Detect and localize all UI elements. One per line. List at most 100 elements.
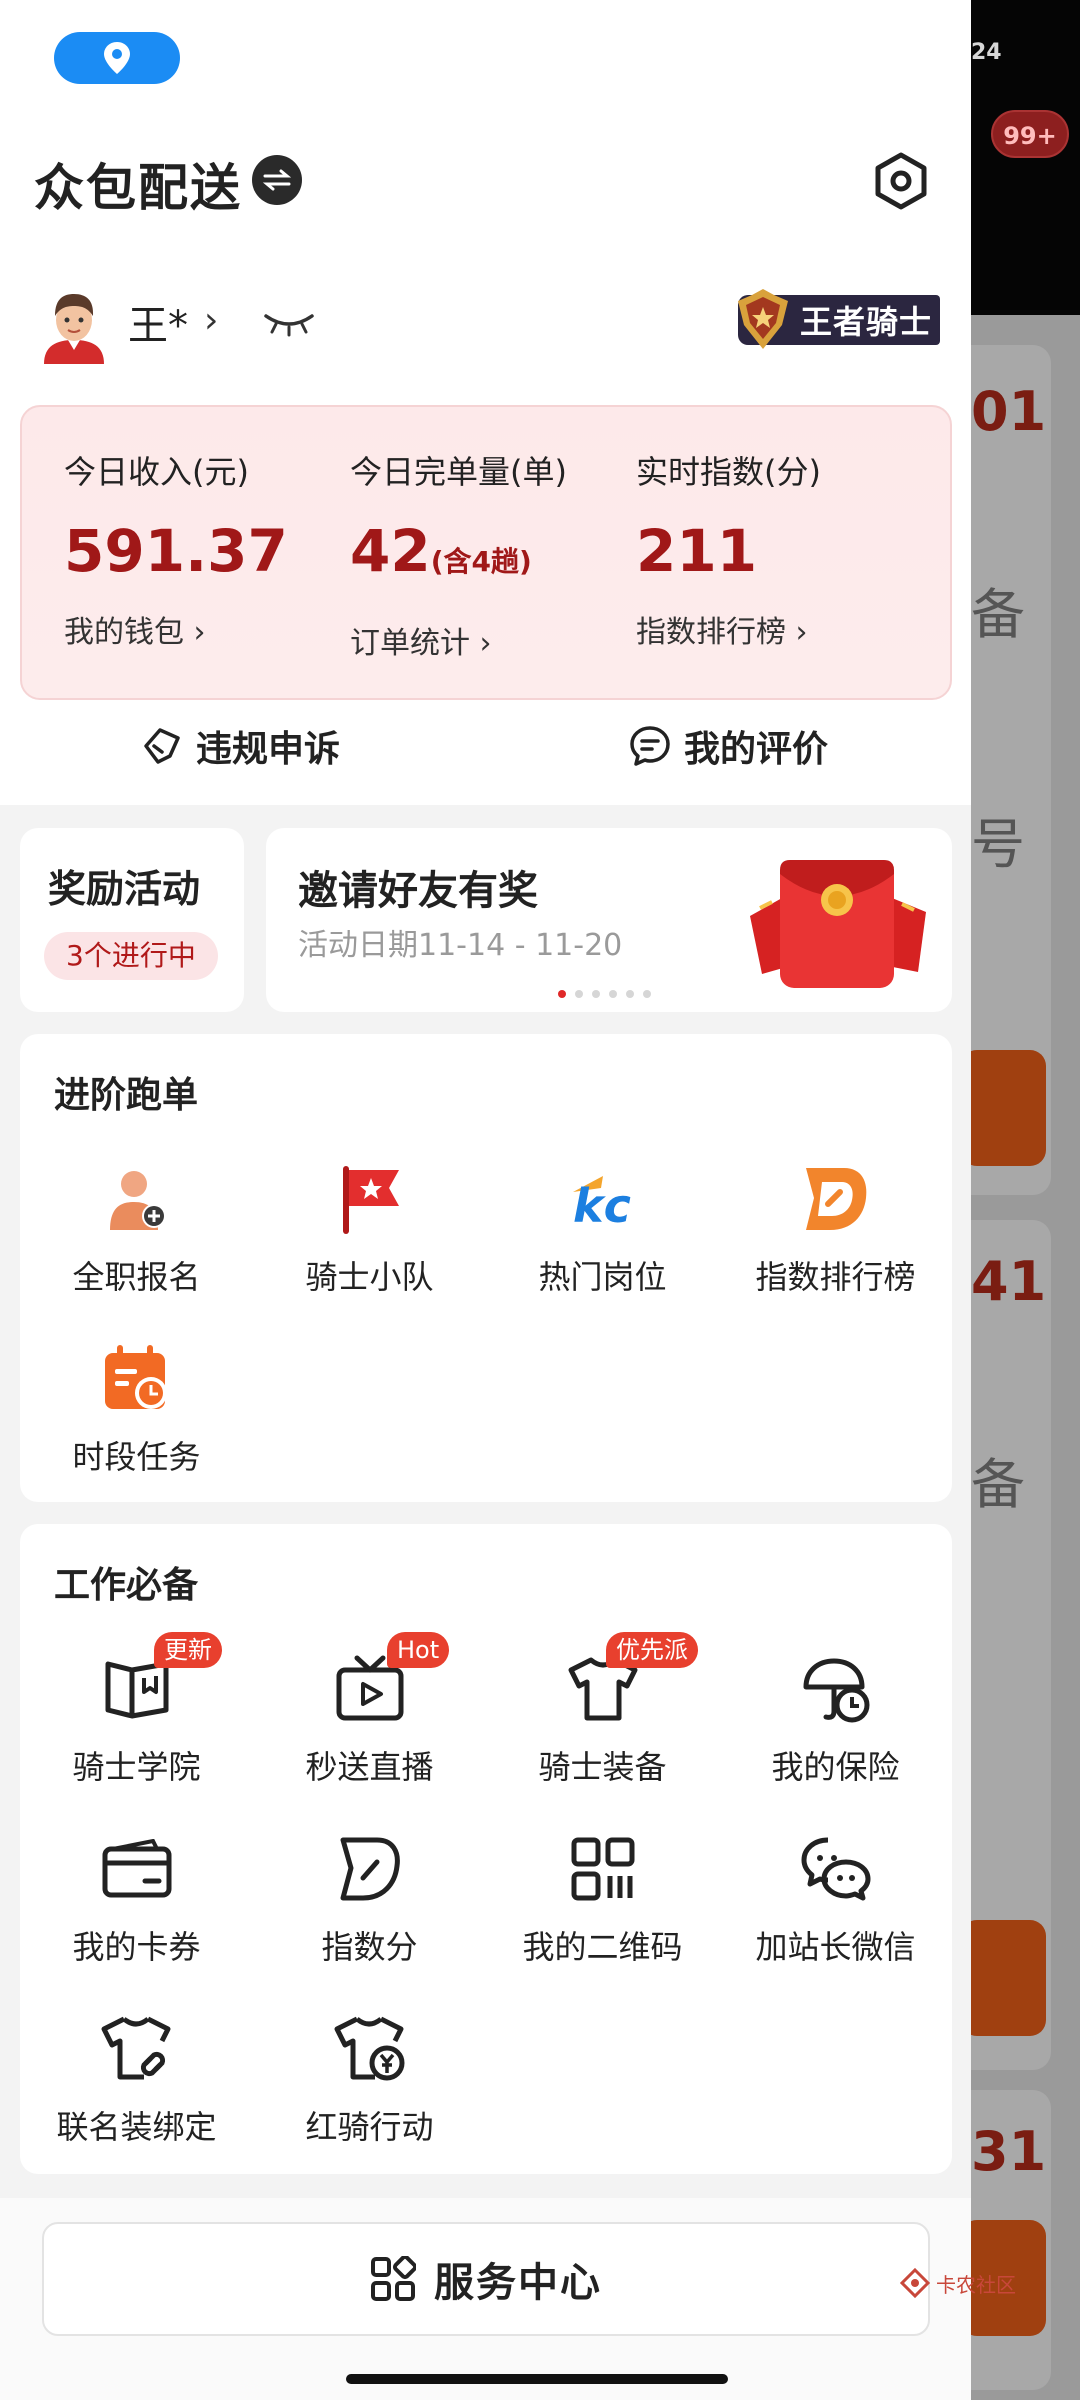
settings-hexagon-icon[interactable] — [872, 152, 930, 210]
card-icon — [98, 1830, 176, 1908]
stat-value: 42(含4趟) — [350, 517, 532, 585]
background-orange-button — [971, 1050, 1046, 1166]
stat-label: 今日完单量(单) — [350, 453, 567, 491]
add-station-wechat-item[interactable]: 加站长微信 — [719, 1830, 952, 1980]
chevron-right-icon[interactable]: › — [204, 300, 218, 341]
watermark-logo-icon — [900, 2268, 930, 2298]
item-label: 加站长微信 — [755, 1928, 916, 1966]
rank-label: 王者骑士 — [800, 303, 933, 341]
item-label: 骑士学院 — [72, 1748, 201, 1786]
background-orange-button — [971, 1920, 1046, 2036]
rewards-activity-card[interactable]: 奖励活动 3个进行中 — [20, 828, 244, 1012]
item-label: 联名装绑定 — [56, 2108, 217, 2146]
app-title: 众包配送 — [34, 159, 242, 217]
pagination-dot — [575, 990, 583, 998]
stat-orders: 今日完单量(单) 42(含4趟) 订单统计 › — [350, 447, 567, 662]
my-coupons-item[interactable]: 我的卡券 — [20, 1830, 253, 1980]
service-center-button[interactable]: 服务中心 — [42, 2222, 930, 2336]
quick-actions-row: 违规申诉 我的评价 — [0, 720, 971, 784]
background-text: 备 — [971, 583, 1025, 646]
priority-tag: 优先派 — [606, 1632, 698, 1668]
background-order-number: 01 — [971, 380, 1047, 443]
red-envelope-icon — [750, 860, 926, 988]
watermark-text: 卡农社区 — [936, 2272, 1016, 2297]
switch-mode-icon[interactable] — [252, 155, 302, 205]
item-label: 时段任务 — [72, 1438, 201, 1476]
wechat-icon — [797, 1830, 875, 1908]
team-flag-icon — [331, 1160, 409, 1238]
index-ranking-item[interactable]: 指数排行榜 — [719, 1160, 952, 1310]
today-stats-card: 今日收入(元) 591.37 我的钱包 › 今日完单量(单) 42(含4趟) 订… — [20, 405, 952, 700]
item-label: 秒送直播 — [305, 1748, 434, 1786]
hot-jobs-item[interactable]: kc 热门岗位 — [486, 1160, 719, 1310]
banner-subtitle: 活动日期11-14 - 11-20 — [298, 928, 623, 963]
pagination-dot — [643, 990, 651, 998]
rider-team-item[interactable]: 骑士小队 — [253, 1160, 486, 1310]
svg-text:kc: kc — [573, 1179, 631, 1232]
stat-index: 实时指数(分) 211 指数排行榜 › — [636, 447, 821, 651]
item-label: 指数分 — [321, 1928, 418, 1966]
section-title: 进阶跑单 — [54, 1075, 199, 1116]
rewards-title: 奖励活动 — [48, 867, 201, 911]
my-insurance-item[interactable]: 我的保险 — [719, 1650, 952, 1800]
rank-shield-icon — [738, 289, 788, 349]
stat-label: 今日收入(元) — [64, 453, 249, 491]
item-label: 我的二维码 — [522, 1928, 683, 1966]
banner-title: 邀请好友有奖 — [298, 868, 538, 914]
qr-code-icon — [564, 1830, 642, 1908]
red-rider-campaign-item[interactable]: 红骑行动 — [253, 2010, 486, 2160]
rank-badge[interactable]: 王者骑士 — [738, 289, 940, 349]
shirt-link-icon — [98, 2010, 176, 2088]
background-page: 24 99+ 01 备 号 41 备 31 — [971, 0, 1080, 2400]
item-label: 骑士小队 — [305, 1258, 434, 1296]
time-task-icon — [98, 1340, 176, 1418]
side-drawer: 众包配送 王* › 王者骑士 今日收入(元) 591.37 我的钱包 › 今日完… — [0, 0, 971, 2400]
my-qr-code-item[interactable]: 我的二维码 — [486, 1830, 719, 1980]
rider-gear-item[interactable]: 优先派 骑士装备 — [486, 1632, 719, 1800]
item-label: 红骑行动 — [305, 2108, 434, 2146]
invite-friends-banner[interactable]: 邀请好友有奖 活动日期11-14 - 11-20 — [266, 828, 952, 1012]
pagination-dot — [609, 990, 617, 998]
banner-pagination-dots — [558, 990, 651, 998]
rider-academy-item[interactable]: 更新 骑士学院 — [20, 1632, 253, 1800]
pagination-dot — [592, 990, 600, 998]
fulltime-signup-item[interactable]: 全职报名 — [20, 1160, 253, 1310]
hot-jobs-icon: kc — [564, 1160, 642, 1238]
item-label: 骑士装备 — [538, 1748, 667, 1786]
stat-income: 今日收入(元) 591.37 我的钱包 › — [64, 447, 288, 651]
user-name[interactable]: 王* — [128, 293, 188, 351]
insurance-umbrella-icon — [797, 1650, 875, 1728]
time-task-item[interactable]: 时段任务 — [20, 1340, 253, 1490]
live-stream-item[interactable]: Hot 秒送直播 — [253, 1632, 486, 1800]
battery-indicator: 24 — [971, 40, 1002, 65]
service-grid-icon — [371, 2256, 416, 2301]
background-text: 号 — [971, 813, 1025, 876]
my-wallet-link[interactable]: 我的钱包 › — [64, 607, 288, 651]
shirt-yen-icon — [331, 2010, 409, 2088]
cobrand-uniform-binding-item[interactable]: 联名装绑定 — [20, 2010, 253, 2160]
stat-value-suffix: (含4趟) — [430, 545, 532, 578]
order-stats-link[interactable]: 订单统计 › — [350, 618, 567, 662]
stat-value: 591.37 — [64, 517, 288, 585]
pagination-dot — [558, 990, 566, 998]
index-score-item[interactable]: 指数分 — [253, 1830, 486, 1980]
background-text: 备 — [971, 1453, 1025, 1516]
my-reviews-button[interactable]: 我的评价 — [628, 720, 828, 772]
index-ranking-link[interactable]: 指数排行榜 › — [636, 607, 821, 651]
item-label: 热门岗位 — [538, 1258, 667, 1296]
chat-bubble-icon — [630, 726, 670, 766]
advanced-section: 进阶跑单 全职报名 骑士小队 kc 热门岗位 指数排行榜 时段任务 — [20, 1034, 952, 1502]
avatar[interactable] — [38, 288, 110, 364]
update-tag: 更新 — [154, 1632, 222, 1668]
appeal-icon — [144, 728, 180, 764]
hot-tag: Hot — [387, 1632, 450, 1668]
item-label: 指数排行榜 — [755, 1258, 916, 1296]
item-label: 我的保险 — [771, 1748, 900, 1786]
service-center-label: 服务中心 — [434, 2260, 602, 2306]
rewards-count-tag: 3个进行中 — [44, 932, 218, 980]
location-button[interactable] — [54, 32, 180, 84]
violation-appeal-button[interactable]: 违规申诉 — [140, 720, 340, 772]
home-indicator-bar[interactable] — [346, 2374, 728, 2384]
background-order-number: 31 — [971, 2120, 1047, 2183]
hide-amount-eye-icon[interactable] — [262, 308, 316, 338]
